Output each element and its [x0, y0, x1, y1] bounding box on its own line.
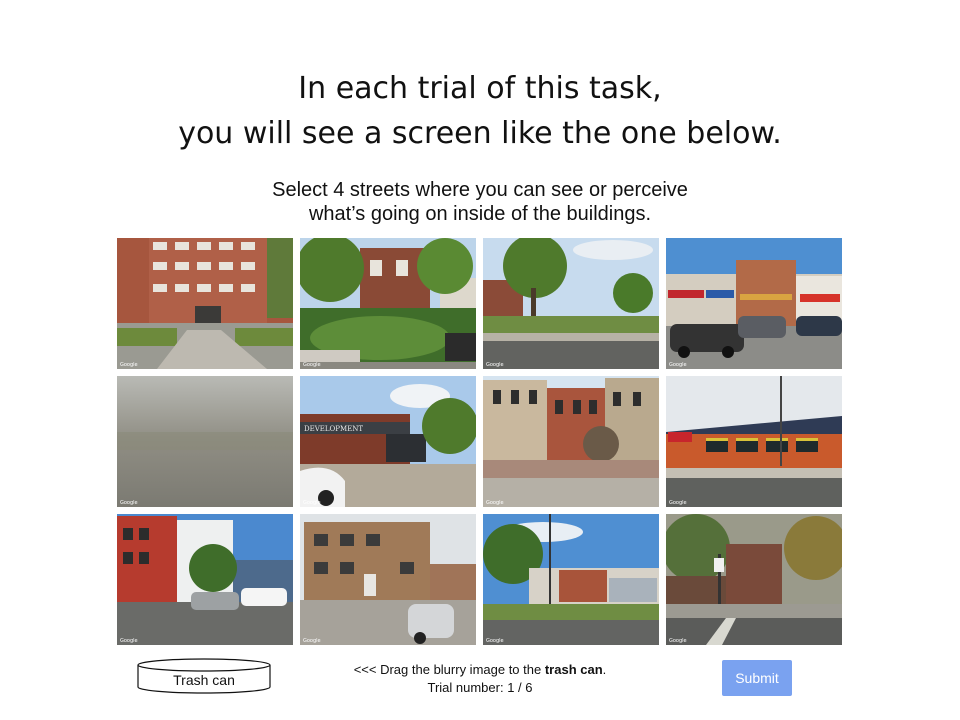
street-image-brick-apartment[interactable]: Google — [117, 238, 293, 369]
google-watermark: Google — [669, 638, 687, 644]
instructions-line-1: Select 4 streets where you can see or pe… — [272, 179, 688, 201]
google-watermark: Google — [120, 500, 138, 506]
google-watermark: Google — [486, 362, 504, 368]
title-line-2: you will see a screen like the one below… — [178, 116, 782, 151]
street-image-tree-block[interactable]: Google — [666, 514, 842, 645]
google-watermark: Google — [486, 638, 504, 644]
submit-button[interactable]: Submit — [722, 660, 792, 696]
street-image-storefronts[interactable]: Google — [666, 238, 842, 369]
drag-instruction-suffix: . — [602, 662, 607, 677]
svg-text:DEVELOPMENT: DEVELOPMENT — [304, 425, 363, 433]
google-watermark: Google — [303, 362, 321, 368]
drag-instruction: <<< Drag the blurry image to the trash c… — [300, 661, 660, 679]
street-image-blurry[interactable]: Google — [117, 376, 293, 507]
drag-instruction-target: trash can — [544, 662, 603, 677]
image-grid: Google Google Google Google Google DEVEL… — [117, 238, 842, 645]
title-line-1: In each trial of this task, — [298, 71, 662, 106]
drag-hint: <<< Drag the blurry image to the trash c… — [300, 661, 660, 697]
instructions: Select 4 streets where you can see or pe… — [0, 178, 960, 226]
street-image-corner-store[interactable]: Google — [483, 514, 659, 645]
instructions-line-2: what’s going on inside of the buildings. — [308, 203, 652, 225]
trial-number: Trial number: 1 / 6 — [427, 680, 533, 695]
google-watermark: Google — [303, 500, 321, 506]
trash-can-label: Trash can — [173, 672, 235, 688]
street-image-garden-house[interactable]: Google — [300, 238, 476, 369]
street-image-alley-brick[interactable]: Google — [300, 514, 476, 645]
street-image-modern-condo[interactable]: Google — [117, 514, 293, 645]
google-watermark: Google — [120, 362, 138, 368]
street-image-rowhouses[interactable]: Google — [483, 376, 659, 507]
trash-can[interactable]: Trash can — [137, 658, 271, 694]
task-title: In each trial of this task, you will see… — [0, 66, 960, 156]
google-watermark: Google — [669, 362, 687, 368]
street-image-solar-roof-store[interactable]: Google — [666, 376, 842, 507]
drag-instruction-prefix: <<< Drag the blurry image to the — [353, 662, 545, 677]
google-watermark: Google — [303, 638, 321, 644]
google-watermark: Google — [669, 500, 687, 506]
street-image-development-building[interactable]: DEVELOPMENT Google — [300, 376, 476, 507]
street-image-tree-lot[interactable]: Google — [483, 238, 659, 369]
google-watermark: Google — [120, 638, 138, 644]
google-watermark: Google — [486, 500, 504, 506]
